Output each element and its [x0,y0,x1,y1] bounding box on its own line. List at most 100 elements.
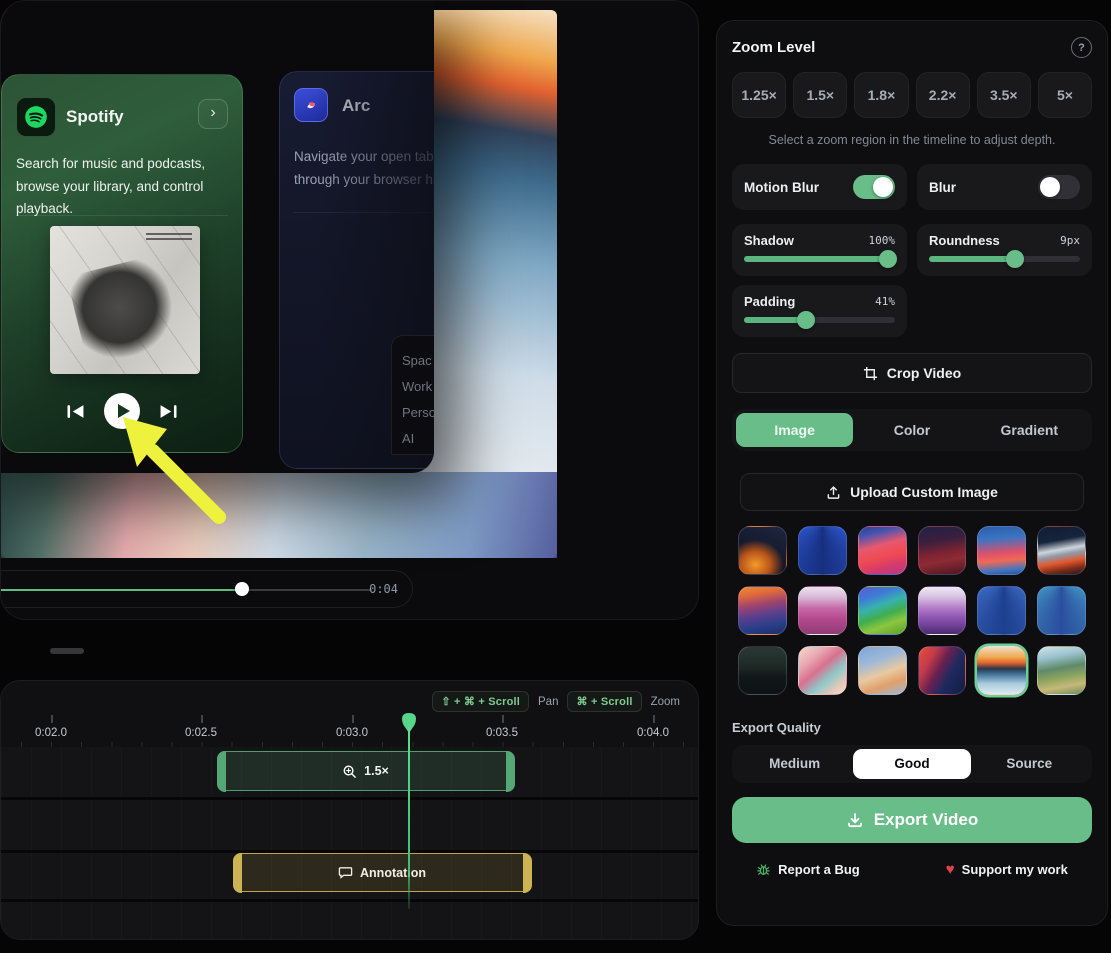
next-track-icon [157,403,179,420]
padding-slider[interactable] [744,317,895,323]
album-caption-text [146,233,192,241]
export-quality-label: Export Quality [732,720,1092,735]
wallpaper-thumb[interactable] [977,526,1026,575]
ruler-label: 0:02.5 [185,727,217,739]
roundness-slider[interactable] [929,256,1080,262]
timeline-shortcut-hints: ⇧ + ⌘ + Scroll Pan ⌘ + Scroll Zoom [432,691,680,712]
spotify-logo-icon [16,97,56,137]
playhead-line [408,727,410,909]
zoom-option-button[interactable]: 3.5× [977,72,1031,118]
zoom-clip-label: 1.5× [364,764,389,778]
quality-source[interactable]: Source [971,749,1088,779]
padding-slider-knob[interactable] [797,311,815,329]
spotify-card-title: Spotify [66,107,124,127]
divider [16,215,228,216]
help-icon[interactable]: ? [1071,37,1092,58]
arc-logo-icon [294,88,328,122]
roundness-slider-knob[interactable] [1006,250,1024,268]
quality-medium[interactable]: Medium [736,749,853,779]
preview-playback-bar[interactable]: 0:04 [0,570,413,608]
wallpaper-thumb[interactable] [738,526,787,575]
recorded-screen: Spotify › Search for music and podcasts,… [0,0,434,473]
upload-custom-image-button[interactable]: Upload Custom Image [740,473,1084,511]
preview-wallpaper-bottom-strip [1,472,557,558]
shadow-value: 100% [869,234,896,247]
zoom-shortcut-label: Zoom [651,696,680,708]
pan-shortcut-badge: ⇧ + ⌘ + Scroll [432,691,529,712]
empty-track[interactable] [1,902,698,940]
roundness-slider-card: Roundness 9px [917,224,1092,276]
wallpaper-thumb[interactable] [798,646,847,695]
tab-gradient[interactable]: Gradient [971,413,1088,447]
recorded-side-menu: Spac Work Perso AI [391,335,434,455]
zoom-option-button[interactable]: 1.5× [793,72,847,118]
wallpaper-thumb[interactable] [918,586,967,635]
arc-card-description: Navigate your open tabs through your bro… [294,146,434,191]
upload-icon [826,485,841,500]
spotify-extension-card: Spotify › Search for music and podcasts,… [1,74,243,453]
wallpaper-thumb[interactable] [858,586,907,635]
shadow-slider[interactable] [744,256,895,262]
ruler-label: 0:02.0 [35,727,67,739]
zoom-option-button[interactable]: 5× [1038,72,1092,118]
panel-resize-handle[interactable] [50,648,84,654]
background-type-tabs: Image Color Gradient [732,409,1092,451]
wallpaper-thumb[interactable] [1037,646,1086,695]
motion-blur-toggle[interactable] [853,175,895,199]
zoom-option-button[interactable]: 2.2× [916,72,970,118]
timeline-playhead[interactable] [402,713,416,913]
zoom-shortcut-badge: ⌘ + Scroll [567,691,641,712]
blur-toggle[interactable] [1038,175,1080,199]
settings-panel: Zoom Level ? 1.25× 1.5× 1.8× 2.2× 3.5× 5… [716,20,1108,926]
wallpaper-thumb[interactable] [1037,526,1086,575]
wallpaper-thumb[interactable] [918,646,967,695]
wallpaper-thumb[interactable] [798,586,847,635]
playback-scrubber-handle[interactable] [235,582,249,596]
divider [294,212,434,213]
export-video-button[interactable]: Export Video [732,797,1092,843]
padding-value: 41% [875,295,895,308]
timeline-panel[interactable]: ⇧ + ⌘ + Scroll Pan ⌘ + Scroll Zoom 0:02.… [0,680,699,940]
empty-track[interactable] [1,800,698,850]
wallpaper-thumb-selected[interactable] [977,646,1026,695]
zoom-in-icon [342,764,357,779]
wallpaper-thumb[interactable] [977,586,1026,635]
motion-blur-card: Motion Blur [732,164,907,210]
quality-good[interactable]: Good [853,749,970,779]
album-art [50,226,200,374]
padding-label: Padding [744,294,795,309]
tab-image[interactable]: Image [736,413,853,447]
export-quality-options: Medium Good Source [732,745,1092,783]
roundness-label: Roundness [929,233,1000,248]
shadow-slider-knob[interactable] [879,250,897,268]
crop-icon [863,366,878,381]
motion-blur-label: Motion Blur [744,180,819,195]
blur-card: Blur [917,164,1092,210]
wallpaper-grid [732,526,1092,695]
wallpaper-thumb[interactable] [738,646,787,695]
wallpaper-thumb[interactable] [798,526,847,575]
crop-video-button[interactable]: Crop Video [732,353,1092,393]
annotation-clip[interactable]: Annotation [233,853,531,892]
arc-card-title: Arc [342,96,370,116]
menu-item: AI [402,426,434,452]
play-button-icon [104,393,140,429]
wallpaper-thumb[interactable] [738,586,787,635]
wallpaper-thumb[interactable] [918,526,967,575]
zoom-option-button[interactable]: 1.25× [732,72,786,118]
wallpaper-thumb[interactable] [858,646,907,695]
shadow-label: Shadow [744,233,794,248]
ruler-label: 0:03.0 [336,727,368,739]
tab-color[interactable]: Color [853,413,970,447]
zoom-hint-text: Select a zoom region in the timeline to … [732,133,1092,147]
bug-icon [756,862,771,877]
support-link[interactable]: ♥ Support my work [946,861,1068,878]
zoom-region-clip[interactable]: 1.5× [217,751,514,791]
zoom-option-button[interactable]: 1.8× [854,72,908,118]
video-preview-area[interactable]: Spotify › Search for music and podcasts,… [0,0,699,620]
report-bug-link[interactable]: Report a Bug [756,861,860,878]
menu-item: Perso [402,400,434,426]
chevron-right-icon: › [198,99,228,129]
wallpaper-thumb[interactable] [858,526,907,575]
wallpaper-thumb[interactable] [1037,586,1086,635]
